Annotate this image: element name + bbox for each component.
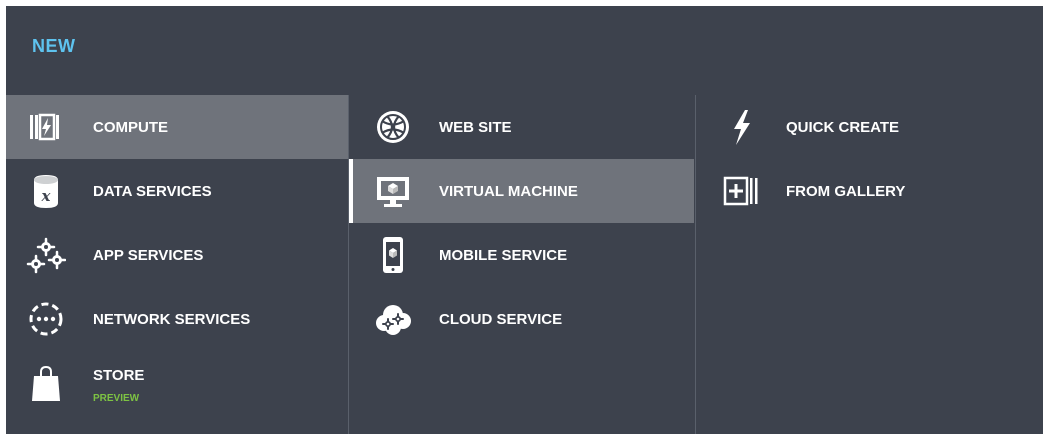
service-item-cloud-service[interactable]: CLOUD SERVICE	[349, 287, 694, 351]
gallery-add-icon	[722, 172, 762, 210]
service-label: MOBILE SERVICE	[439, 247, 568, 264]
cloud-gears-icon	[373, 300, 413, 338]
category-item-data-services[interactable]: x DATA SERVICES	[6, 159, 348, 223]
category-item-compute[interactable]: COMPUTE	[6, 95, 348, 159]
category-list: COMPUTE x DATA SERVICES APP SERVICES NET…	[6, 95, 348, 434]
category-label: NETWORK SERVICES	[93, 311, 251, 328]
page-title: NEW	[32, 36, 76, 56]
lightning-icon	[722, 108, 762, 146]
category-label: DATA SERVICES	[93, 183, 212, 200]
action-label: QUICK CREATE	[786, 119, 900, 136]
service-item-virtual-machine[interactable]: VIRTUAL MACHINE	[349, 159, 694, 223]
category-item-network-services[interactable]: NETWORK SERVICES	[6, 287, 348, 351]
action-list: QUICK CREATE FROM GALLERY	[696, 95, 1043, 434]
service-item-mobile-service[interactable]: MOBILE SERVICE	[349, 223, 694, 287]
gears-icon	[26, 236, 66, 274]
preview-badge: PREVIEW	[93, 393, 140, 404]
data-services-icon: x	[26, 172, 66, 210]
from-gallery-button[interactable]: FROM GALLERY	[696, 159, 1043, 223]
category-item-app-services[interactable]: APP SERVICES	[6, 223, 348, 287]
category-label: COMPUTE	[93, 119, 168, 136]
new-panel: NEW COMPUTE x DATA SERVICES APP SERVICES…	[6, 6, 1043, 434]
service-label: WEB SITE	[439, 119, 512, 136]
service-label: VIRTUAL MACHINE	[439, 183, 578, 200]
category-label: STORE	[93, 367, 145, 384]
globe-icon	[373, 108, 413, 146]
quick-create-button[interactable]: QUICK CREATE	[696, 95, 1043, 159]
category-label: APP SERVICES	[93, 247, 204, 264]
network-icon	[26, 300, 66, 338]
action-label: FROM GALLERY	[786, 183, 906, 200]
service-label: CLOUD SERVICE	[439, 311, 563, 328]
compute-icon	[26, 108, 66, 146]
service-list: WEB SITE VIRTUAL MACHINE MOBILE SERVICE …	[349, 95, 694, 434]
service-item-web-site[interactable]: WEB SITE	[349, 95, 694, 159]
panel-header: NEW	[6, 6, 1043, 95]
svg-text:x: x	[41, 187, 52, 205]
shopping-bag-icon	[26, 364, 66, 402]
mobile-icon	[373, 236, 413, 274]
monitor-icon	[373, 172, 413, 210]
category-item-store[interactable]: STORE PREVIEW	[6, 351, 348, 415]
